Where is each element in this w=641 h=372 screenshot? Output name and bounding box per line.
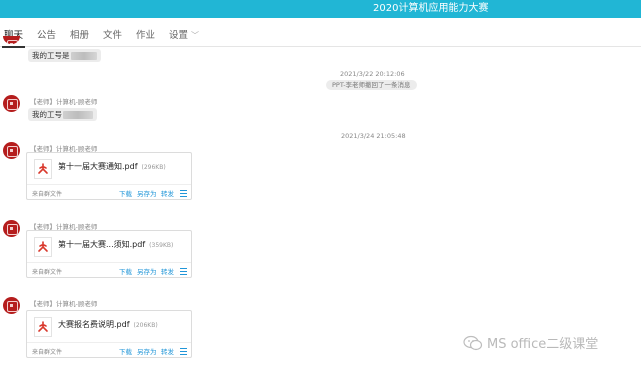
file-source: 来自群文件 bbox=[32, 349, 63, 356]
file-card[interactable]: 第十一届大赛通知.pdf (296KB) 来自群文件 下载 另存为 转发 bbox=[26, 152, 192, 200]
forward-link[interactable]: 转发 bbox=[161, 188, 174, 198]
tab-homework[interactable]: 作业 bbox=[136, 27, 155, 41]
divider bbox=[27, 184, 191, 185]
avatar[interactable] bbox=[3, 220, 20, 237]
save-as-link[interactable]: 另存为 bbox=[137, 188, 157, 198]
tab-settings-label: 设置 bbox=[169, 30, 189, 41]
forward-link[interactable]: 转发 bbox=[161, 346, 174, 356]
avatar[interactable] bbox=[3, 95, 20, 112]
watermark-text: MS office二级课堂 bbox=[487, 337, 599, 352]
sender-name: 【老师】计算机-顾老师 bbox=[30, 98, 98, 106]
pdf-icon bbox=[34, 159, 52, 179]
forward-link[interactable]: 转发 bbox=[161, 266, 174, 276]
file-size: (206KB) bbox=[133, 322, 158, 329]
download-link[interactable]: 下载 bbox=[119, 266, 132, 276]
avatar[interactable] bbox=[3, 142, 20, 159]
message-text: 我的工号是 bbox=[32, 51, 70, 60]
download-link[interactable]: 下载 bbox=[119, 346, 132, 356]
file-name-text: 第十一届大赛...须知.pdf bbox=[58, 240, 146, 249]
file-card[interactable]: 大赛报名费说明.pdf (206KB) 来自群文件 下载 另存为 转发 bbox=[26, 310, 192, 358]
divider bbox=[27, 262, 191, 263]
menu-icon[interactable] bbox=[180, 348, 187, 355]
timestamp-text: 2021/3/24 21:05:48 bbox=[341, 132, 406, 140]
watermark: MS office二级课堂 bbox=[463, 333, 598, 355]
tab-announcements[interactable]: 公告 bbox=[37, 27, 56, 41]
chevron-down-icon: ﹀ bbox=[191, 31, 200, 40]
message-bubble: 我的工号是 bbox=[28, 49, 101, 62]
menu-icon[interactable] bbox=[180, 268, 187, 275]
download-link[interactable]: 下载 bbox=[119, 188, 132, 198]
tab-album[interactable]: 相册 bbox=[70, 27, 89, 41]
tab-settings[interactable]: 设置 ﹀ bbox=[169, 27, 199, 41]
file-name[interactable]: 第十一届大赛...须知.pdf (359KB) bbox=[58, 239, 173, 250]
tab-files[interactable]: 文件 bbox=[103, 27, 122, 41]
wechat-icon bbox=[463, 335, 483, 355]
save-as-link[interactable]: 另存为 bbox=[137, 266, 157, 276]
sender-name: 【老师】计算机-顾老师 bbox=[30, 300, 98, 308]
timestamp-text: 2021/3/22 20:12:06 bbox=[340, 70, 405, 78]
file-name[interactable]: 大赛报名费说明.pdf (206KB) bbox=[58, 319, 158, 330]
file-name[interactable]: 第十一届大赛通知.pdf (296KB) bbox=[58, 161, 166, 172]
file-name-text: 第十一届大赛通知.pdf bbox=[58, 162, 138, 171]
file-size: (359KB) bbox=[149, 242, 174, 249]
recall-notice: PPT-李老师撤回了一条消息 bbox=[326, 80, 417, 90]
divider bbox=[27, 342, 191, 343]
file-size: (296KB) bbox=[141, 164, 166, 171]
avatar[interactable] bbox=[3, 297, 20, 314]
tab-bar: 聊天 公告 相册 文件 作业 设置﹀ bbox=[0, 18, 641, 48]
group-header-bar: 2020计算机应用能力大赛 bbox=[0, 0, 641, 18]
file-name-text: 大赛报名费说明.pdf bbox=[58, 320, 130, 329]
file-source: 来自群文件 bbox=[32, 269, 63, 276]
message-bubble: 我的工号 bbox=[28, 108, 97, 121]
file-card[interactable]: 第十一届大赛...须知.pdf (359KB) 来自群文件 下载 另存为 转发 bbox=[26, 230, 192, 278]
group-title: 2020计算机应用能力大赛 bbox=[373, 3, 489, 14]
save-as-link[interactable]: 另存为 bbox=[137, 346, 157, 356]
redacted-number bbox=[70, 52, 97, 60]
pdf-icon bbox=[34, 237, 52, 257]
pdf-icon bbox=[34, 317, 52, 337]
message-text: 我的工号 bbox=[32, 110, 62, 119]
redacted-number bbox=[63, 111, 93, 119]
menu-icon[interactable] bbox=[180, 190, 187, 197]
file-source: 来自群文件 bbox=[32, 191, 63, 198]
